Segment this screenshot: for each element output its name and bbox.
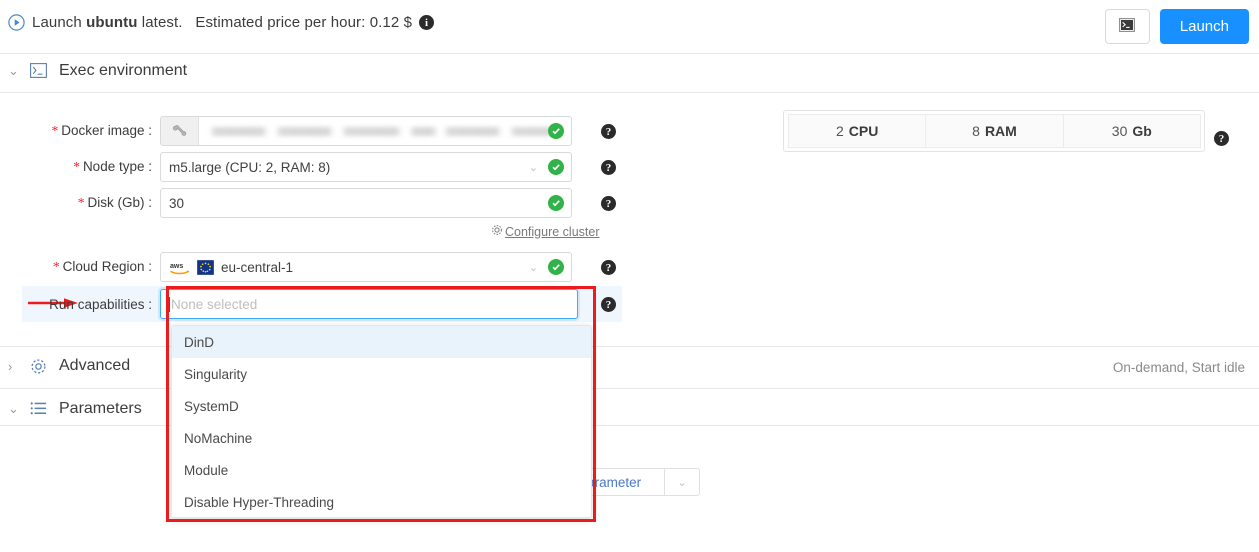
node-type-row: * Node type : m5.large (CPU: 2, RAM: 8) ⌄… (0, 152, 616, 182)
price-value: 0.12 $ (369, 14, 413, 31)
dropdown-option-dind[interactable]: DinD (172, 326, 591, 358)
stat-ram: 8 RAM (925, 114, 1064, 148)
required-marker: * (77, 195, 85, 210)
required-marker: * (51, 123, 59, 138)
launch-image-name: ubuntu (86, 14, 138, 31)
advanced-section-header[interactable]: › Advanced (8, 357, 130, 375)
dropdown-option-nomachine[interactable]: NoMachine (172, 422, 591, 454)
node-type-control: m5.large (CPU: 2, RAM: 8) ⌄ (160, 152, 572, 182)
stat-ram-value: 8 (972, 123, 980, 139)
cloud-region-control: aws eu-central-1 ⌄ (160, 252, 572, 282)
cloud-region-select[interactable]: aws eu-central-1 (160, 252, 572, 282)
open-terminal-button[interactable] (1104, 9, 1150, 44)
launch-title-text: Launch ubuntu latest. Estimated price pe… (32, 14, 412, 31)
cloud-region-value: eu-central-1 (221, 259, 294, 275)
node-type-select[interactable]: m5.large (CPU: 2, RAM: 8) (160, 152, 572, 182)
docker-image-control (160, 116, 572, 146)
cloud-region-row: * Cloud Region : aws eu-central-1 ⌄ ? (0, 252, 616, 282)
aws-logo: aws (169, 260, 191, 275)
gear-icon (491, 224, 503, 239)
required-marker: * (52, 259, 60, 274)
stat-disk-value: 30 (1111, 123, 1128, 139)
parameters-section-header[interactable]: ⌄ Parameters (8, 400, 142, 418)
launch-title: Launch ubuntu latest. Estimated price pe… (8, 14, 435, 31)
price-info-icon[interactable]: i (419, 15, 435, 30)
chevron-down-icon[interactable]: ⌄ (8, 63, 19, 79)
run-capabilities-control: None selected (160, 289, 578, 319)
configure-cluster-link[interactable]: Configure cluster (491, 224, 600, 239)
divider (0, 92, 1259, 93)
required-marker: * (73, 159, 80, 174)
valid-check-icon (548, 123, 564, 139)
terminal-icon (30, 62, 47, 80)
advanced-section-title: Advanced (59, 357, 131, 374)
run-capabilities-help-icon[interactable]: ? (601, 297, 616, 312)
launch-prefix: Launch (32, 14, 82, 31)
text-caret (169, 296, 170, 312)
stat-ram-unit: RAM (984, 123, 1017, 139)
wrench-icon[interactable] (161, 117, 199, 145)
list-icon (30, 401, 47, 418)
page-header: Launch ubuntu latest. Estimated price pe… (0, 0, 1259, 54)
terminal-icon (1119, 18, 1136, 35)
svg-text:aws: aws (170, 263, 183, 270)
launch-image-tag: latest. (141, 14, 183, 31)
disk-row: * Disk (Gb) : 30 ? (0, 188, 616, 218)
dropdown-option-singularity[interactable]: Singularity (172, 358, 591, 390)
dropdown-option-disable-hyper-threading[interactable]: Disable Hyper-Threading (172, 486, 591, 517)
run-capabilities-input[interactable]: None selected (160, 289, 578, 319)
play-circle-icon (8, 14, 25, 31)
resource-summary-help-icon[interactable]: ? (1214, 131, 1229, 146)
parameters-section-title: Parameters (59, 400, 142, 417)
disk-value: 30 (169, 195, 185, 211)
price-label: Estimated price per hour: (195, 14, 366, 31)
node-type-label: * Node type : (73, 159, 152, 174)
stat-cpu-unit: CPU (848, 123, 879, 139)
dropdown-option-systemd[interactable]: SystemD (172, 390, 591, 422)
disk-label: * Disk (Gb) : (77, 195, 152, 210)
stat-cpu-value: 2 (835, 123, 844, 139)
eu-flag-icon (197, 259, 214, 275)
node-type-help-icon[interactable]: ? (601, 160, 616, 175)
advanced-section-summary: On-demand, Start idle (1112, 360, 1245, 375)
docker-image-row: * Docker image : ? (0, 116, 616, 146)
docker-image-input[interactable] (160, 116, 572, 146)
dropdown-option-module[interactable]: Module (172, 454, 591, 486)
chevron-right-icon[interactable]: › (8, 359, 18, 374)
chevron-down-icon[interactable]: ⌄ (8, 401, 19, 417)
node-type-value: m5.large (CPU: 2, RAM: 8) (169, 159, 331, 175)
disk-help-icon[interactable]: ? (601, 196, 616, 211)
cloud-region-label: * Cloud Region : (52, 259, 152, 274)
stat-cpu: 2 CPU (788, 114, 927, 148)
run-capabilities-row: Run capabilities : None selected ? (0, 289, 616, 319)
configure-cluster-label: Configure cluster (505, 224, 600, 239)
valid-check-icon (548, 195, 564, 211)
run-capabilities-placeholder: None selected (171, 296, 258, 312)
disk-control: 30 (160, 188, 572, 218)
exec-environment-header[interactable]: ⌄ Exec environment (8, 62, 187, 80)
header-actions: Launch (1104, 9, 1249, 44)
cloud-region-help-icon[interactable]: ? (601, 260, 616, 275)
resource-summary-panel: 2 CPU 8 RAM 30 Gb (783, 110, 1205, 152)
docker-image-value-redacted (209, 126, 561, 136)
gear-icon (30, 358, 47, 375)
valid-check-icon (548, 259, 564, 275)
docker-image-label: * Docker image : (51, 123, 152, 138)
add-parameter-dropdown-toggle[interactable]: ⌄ (664, 468, 700, 496)
run-capabilities-label: Run capabilities : (49, 296, 152, 312)
exec-environment-title: Exec environment (59, 62, 188, 79)
disk-input[interactable]: 30 (160, 188, 572, 218)
valid-check-icon (548, 159, 564, 175)
run-capabilities-dropdown[interactable]: DinD Singularity SystemD NoMachine Modul… (171, 325, 592, 518)
launch-button[interactable]: Launch (1159, 9, 1249, 44)
stat-disk-unit: Gb (1132, 123, 1152, 139)
stat-disk: 30 Gb (1062, 114, 1201, 148)
docker-image-help-icon[interactable]: ? (601, 124, 616, 139)
